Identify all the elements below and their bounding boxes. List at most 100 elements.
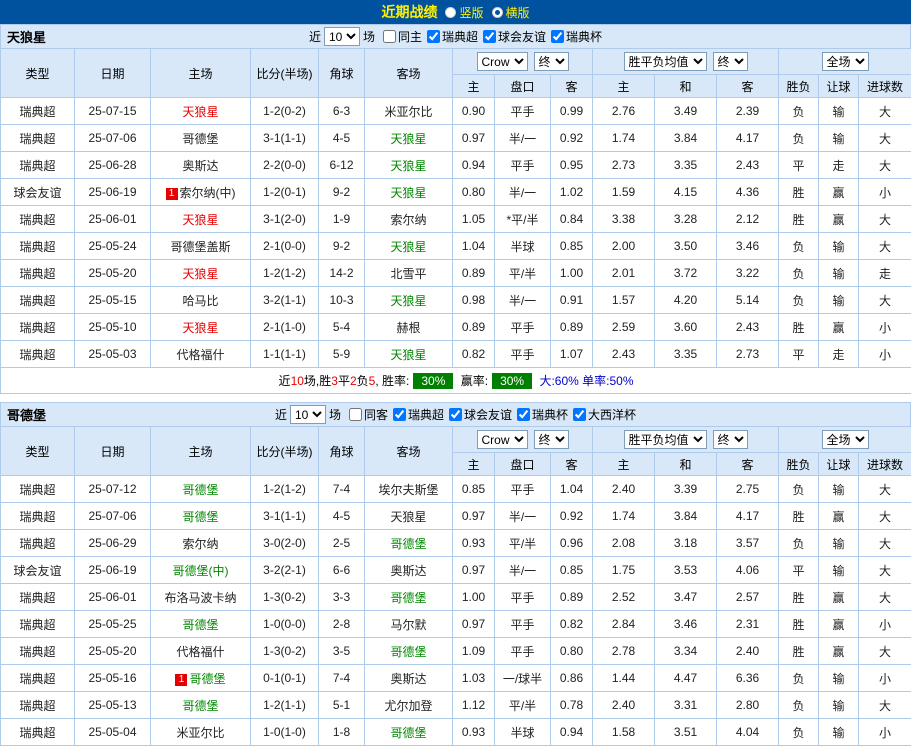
team-link[interactable]: 天狼星 (182, 213, 218, 227)
team-link[interactable]: 哥德堡 (390, 645, 426, 659)
scope-select[interactable]: 全场 (821, 430, 869, 449)
filter-checkbox[interactable]: 瑞典杯 (512, 406, 568, 423)
score-cell[interactable]: 2-1(0-0) (250, 232, 319, 260)
team-link[interactable]: 索尔纳(中) (180, 186, 236, 200)
team-link[interactable]: 尤尔加登 (384, 699, 432, 713)
score-cell[interactable]: 1-2(1-1) (250, 691, 319, 719)
filter-checkbox[interactable]: 同客 (344, 406, 388, 423)
league-cell[interactable]: 瑞典超 (0, 502, 75, 530)
league-cell[interactable]: 瑞典超 (0, 259, 75, 287)
league-cell[interactable]: 球会友谊 (0, 178, 75, 206)
checkbox-input[interactable] (392, 408, 406, 421)
team-link[interactable]: 哥德堡 (390, 537, 426, 551)
score-cell[interactable]: 1-2(0-1) (250, 178, 319, 206)
team-link[interactable]: 哥德堡 (189, 672, 225, 686)
score-cell[interactable]: 3-2(2-1) (250, 556, 319, 584)
team-link[interactable]: 埃尔夫斯堡 (378, 483, 438, 497)
team-link[interactable]: 索尔纳 (390, 213, 426, 227)
team-link[interactable]: 天狼星 (390, 348, 426, 362)
radio-icon[interactable] (491, 6, 503, 18)
team-link[interactable]: 天狼星 (182, 105, 218, 119)
league-cell[interactable]: 瑞典超 (0, 610, 75, 638)
radio-icon[interactable] (445, 6, 457, 18)
odds-stage-select[interactable]: 终 (533, 430, 569, 449)
league-cell[interactable]: 瑞典超 (0, 232, 75, 260)
team-link[interactable]: 天狼星 (182, 321, 218, 335)
avg-stage-select[interactable]: 终 (712, 430, 748, 449)
score-cell[interactable]: 1-3(0-2) (250, 583, 319, 611)
team-link[interactable]: 天狼星 (390, 132, 426, 146)
score-cell[interactable]: 1-2(0-2) (250, 97, 319, 125)
match-count-select[interactable]: 10 (289, 405, 326, 424)
checkbox-input[interactable] (551, 30, 565, 43)
team-link[interactable]: 天狼星 (390, 159, 426, 173)
score-cell[interactable]: 3-1(2-0) (250, 205, 319, 233)
league-cell[interactable]: 瑞典超 (0, 475, 75, 503)
score-cell[interactable]: 3-2(1-1) (250, 286, 319, 314)
filter-checkbox[interactable]: 瑞典超 (388, 406, 444, 423)
league-cell[interactable]: 瑞典超 (0, 313, 75, 341)
layout-option-horizontal[interactable]: 横版 (491, 4, 530, 21)
team-link[interactable]: 天狼星 (390, 510, 426, 524)
odds-company-select[interactable]: Crow (476, 52, 528, 71)
team-link[interactable]: 哥德堡 (182, 132, 218, 146)
team-link[interactable]: 米亚尔比 (384, 105, 432, 119)
league-cell[interactable]: 瑞典超 (0, 718, 75, 746)
score-cell[interactable]: 1-0(0-0) (250, 610, 319, 638)
odds-stage-select[interactable]: 终 (533, 52, 569, 71)
team-link[interactable]: 哥德堡盖斯 (170, 240, 230, 254)
team-link[interactable]: 赫根 (396, 321, 420, 335)
team-link[interactable]: 代格福什 (176, 645, 224, 659)
score-cell[interactable]: 3-1(1-1) (250, 502, 319, 530)
team-link[interactable]: 天狼星 (390, 240, 426, 254)
team-link[interactable]: 布洛马波卡纳 (164, 591, 236, 605)
score-cell[interactable]: 0-1(0-1) (250, 664, 319, 692)
score-cell[interactable]: 2-1(1-0) (250, 313, 319, 341)
league-cell[interactable]: 球会友谊 (0, 556, 75, 584)
avg-type-select[interactable]: 胜平负均值 (623, 52, 707, 71)
filter-checkbox[interactable]: 球会友谊 (478, 28, 546, 45)
league-cell[interactable]: 瑞典超 (0, 691, 75, 719)
checkbox-input[interactable] (449, 408, 462, 421)
team-link[interactable]: 奥斯达 (182, 159, 218, 173)
team-link[interactable]: 马尔默 (390, 618, 426, 632)
filter-checkbox[interactable]: 球会友谊 (444, 406, 512, 423)
avg-stage-select[interactable]: 终 (712, 52, 748, 71)
checkbox-input[interactable] (348, 408, 362, 421)
league-cell[interactable]: 瑞典超 (0, 205, 75, 233)
team-link[interactable]: 奥斯达 (390, 672, 426, 686)
score-cell[interactable]: 1-2(1-2) (250, 475, 319, 503)
team-link[interactable]: 天狼星 (390, 186, 426, 200)
league-cell[interactable]: 瑞典超 (0, 664, 75, 692)
filter-checkbox[interactable]: 瑞典杯 (546, 28, 602, 45)
score-cell[interactable]: 3-0(2-0) (250, 529, 319, 557)
filter-checkbox[interactable]: 瑞典超 (422, 28, 478, 45)
team-link[interactable]: 天狼星 (390, 294, 426, 308)
team-link[interactable]: 哥德堡(中) (173, 564, 229, 578)
checkbox-input[interactable] (382, 30, 396, 43)
league-cell[interactable]: 瑞典超 (0, 124, 75, 152)
layout-option-vertical[interactable]: 竖版 (445, 4, 484, 21)
score-cell[interactable]: 2-2(0-0) (250, 151, 319, 179)
team-link[interactable]: 哥德堡 (182, 618, 218, 632)
team-link[interactable]: 哥德堡 (182, 699, 218, 713)
odds-company-select[interactable]: Crow (476, 430, 528, 449)
checkbox-input[interactable] (483, 30, 497, 43)
team-link[interactable]: 米亚尔比 (176, 726, 224, 740)
league-cell[interactable]: 瑞典超 (0, 637, 75, 665)
team-link[interactable]: 哥德堡 (390, 591, 426, 605)
scope-select[interactable]: 全场 (821, 52, 869, 71)
team-link[interactable]: 北雪平 (390, 267, 426, 281)
checkbox-input[interactable] (573, 408, 587, 421)
team-link[interactable]: 代格福什 (176, 348, 224, 362)
match-count-select[interactable]: 10 (323, 27, 360, 46)
checkbox-input[interactable] (517, 408, 531, 421)
filter-checkbox[interactable]: 大西洋杯 (568, 406, 636, 423)
score-cell[interactable]: 1-2(1-2) (250, 259, 319, 287)
team-link[interactable]: 哥德堡 (182, 510, 218, 524)
team-link[interactable]: 奥斯达 (390, 564, 426, 578)
score-cell[interactable]: 1-1(1-1) (250, 340, 319, 368)
league-cell[interactable]: 瑞典超 (0, 286, 75, 314)
score-cell[interactable]: 1-3(0-2) (250, 637, 319, 665)
league-cell[interactable]: 瑞典超 (0, 97, 75, 125)
